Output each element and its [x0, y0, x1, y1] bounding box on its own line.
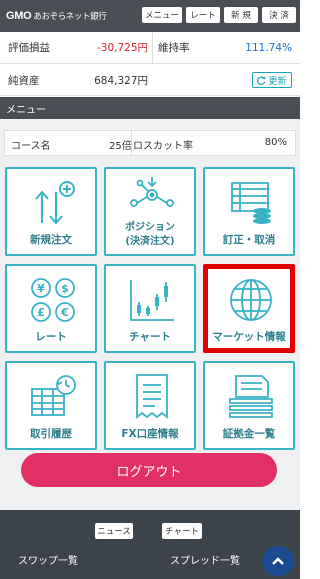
- new-order-icon: [35, 181, 75, 225]
- net-assets-label: 純資産: [8, 74, 40, 87]
- losscut-value: 80%: [264, 137, 287, 148]
- tile-label: 新規注文: [30, 234, 72, 246]
- svg-text:¥: ¥: [37, 282, 45, 295]
- menu-section-title: メニュー: [0, 97, 300, 119]
- net-assets-value: 684,327円: [94, 74, 148, 87]
- swap-list-link[interactable]: スワップ一覧: [18, 552, 78, 567]
- svg-text:£: £: [37, 306, 45, 319]
- summary-row-pl: 評価損益 -30,725円 維持率 111.74%: [0, 32, 300, 64]
- pl-value: -30,725円: [96, 42, 148, 54]
- tile-account-info[interactable]: FX口座情報: [104, 361, 196, 450]
- tile-label: 訂正・取消: [222, 234, 276, 246]
- tile-label: チャート: [129, 331, 171, 343]
- globe-icon: [230, 279, 272, 321]
- course-label: コース名: [11, 141, 51, 152]
- summary-row-assets: 純資産 684,327円 更新: [0, 64, 300, 96]
- history-icon: [31, 375, 76, 416]
- candlestick-chart-icon: [130, 280, 174, 321]
- tile-sublabel: (決済注文): [125, 236, 175, 247]
- divider: [131, 131, 132, 155]
- receipt-icon: [136, 374, 168, 419]
- margin-ratio-value: 111.74%: [245, 41, 292, 54]
- tile-rate[interactable]: ¥ $ £ € レート: [5, 264, 97, 353]
- scroll-to-top-button[interactable]: [262, 546, 294, 576]
- menu-area: コース名 25倍 ロスカット率 80% 新規注文 ポジション (決済注文) 訂正…: [0, 119, 300, 510]
- tile-label: 取引履歴: [30, 428, 72, 440]
- pl-label: 評価損益: [8, 42, 50, 54]
- logout-button[interactable]: ログアウト: [21, 453, 277, 487]
- tile-position[interactable]: ポジション (決済注文): [104, 167, 196, 256]
- divider: [152, 32, 153, 64]
- tile-margin-list[interactable]: 証拠金一覧: [203, 361, 295, 450]
- tile-label: マーケット情報: [212, 331, 286, 343]
- spread-list-link[interactable]: スプレッド一覧: [170, 552, 240, 567]
- rate-currency-icon: ¥ $ £ €: [31, 278, 75, 322]
- svg-text:€: €: [60, 306, 69, 319]
- tile-market-info[interactable]: マーケット情報: [203, 264, 295, 353]
- tile-label: 証拠金一覧: [222, 428, 276, 440]
- course-info: コース名 25倍 ロスカット率 80%: [4, 130, 296, 156]
- header-nav: メニュー レート 新 規 決 済: [142, 7, 296, 23]
- refresh-icon: [257, 76, 267, 85]
- document-stack-icon: [229, 375, 273, 418]
- brand-logo: GMO あおぞらネット銀行: [6, 10, 107, 22]
- tile-history[interactable]: 取引履歴: [5, 361, 97, 450]
- brand-gmo: GMO: [6, 10, 32, 22]
- new-order-button[interactable]: 新 規: [224, 7, 258, 23]
- course-value: 25倍: [109, 141, 132, 152]
- footer: ニュース チャート スワップ一覧 スプレッド一覧: [0, 510, 300, 579]
- chart-button[interactable]: チャート: [162, 523, 202, 539]
- svg-text:$: $: [61, 282, 69, 295]
- chevron-up-icon: [272, 557, 284, 565]
- brand-name: あおぞらネット銀行: [33, 12, 107, 22]
- tile-label: ポジション: [125, 222, 175, 233]
- refresh-label: 更新: [268, 76, 287, 87]
- account-summary: 評価損益 -30,725円 維持率 111.74% 純資産 684,327円 更…: [0, 32, 300, 96]
- tile-label: FX口座情報: [121, 428, 179, 440]
- rate-button[interactable]: レート: [186, 7, 220, 23]
- tile-new-order[interactable]: 新規注文: [5, 167, 97, 256]
- margin-ratio-label: 維持率: [158, 42, 190, 54]
- refresh-button[interactable]: 更新: [252, 72, 292, 88]
- app-header: GMO あおぞらネット銀行 メニュー レート 新 規 決 済: [0, 0, 300, 32]
- tile-edit-cancel[interactable]: 訂正・取消: [203, 167, 295, 256]
- tile-label: レート: [35, 331, 67, 343]
- tile-chart[interactable]: チャート: [104, 264, 196, 353]
- edit-cancel-icon: [231, 182, 271, 224]
- position-icon: [130, 177, 174, 207]
- news-button[interactable]: ニュース: [95, 523, 133, 539]
- losscut-label: ロスカット率: [133, 141, 193, 152]
- settle-button[interactable]: 決 済: [262, 7, 296, 23]
- menu-button[interactable]: メニュー: [142, 7, 182, 23]
